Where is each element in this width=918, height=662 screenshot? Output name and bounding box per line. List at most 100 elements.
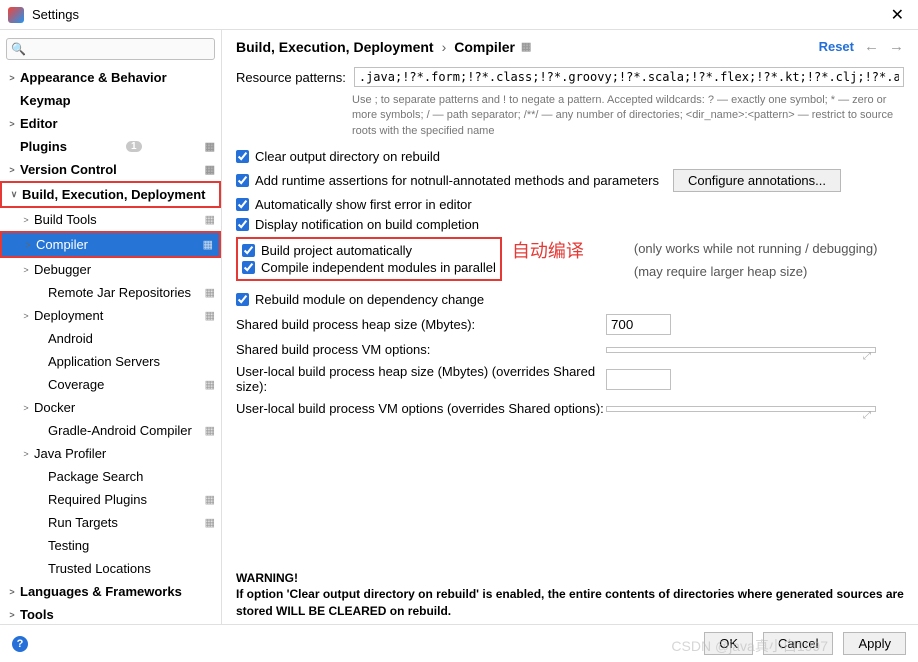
clear-output-checkbox[interactable] [236, 150, 249, 163]
sidebar-item-remote-jar-repositories[interactable]: Remote Jar Repositories ▦ [0, 281, 221, 304]
chevron-icon: > [6, 587, 18, 597]
user-heap-input[interactable] [606, 369, 671, 390]
forward-arrow-icon[interactable]: → [889, 38, 904, 55]
sidebar-item-java-profiler[interactable]: >Java Profiler [0, 442, 221, 465]
user-heap-label: User-local build process heap size (Mbyt… [236, 364, 606, 394]
sidebar-item-label: Keymap [20, 93, 71, 108]
sidebar-item-compiler[interactable]: >Compiler▦ [0, 231, 221, 258]
user-vm-input[interactable]: ⤢ [606, 406, 876, 412]
chevron-icon: > [20, 311, 32, 321]
chevron-icon: > [6, 165, 18, 175]
sidebar-item-application-servers[interactable]: Application Servers [0, 350, 221, 373]
sidebar-item-build-tools[interactable]: >Build Tools ▦ [0, 208, 221, 231]
sidebar-item-required-plugins[interactable]: Required Plugins ▦ [0, 488, 221, 511]
build-auto-checkbox[interactable] [242, 244, 255, 257]
chevron-icon: > [6, 119, 18, 129]
content-panel: Build, Execution, Deployment › Compiler … [222, 30, 918, 624]
gear-icon: ▦ [205, 516, 215, 529]
sidebar-item-label: Version Control [20, 162, 117, 177]
sidebar-item-label: Java Profiler [34, 446, 106, 461]
rebuild-on-change-label: Rebuild module on dependency change [255, 292, 484, 307]
gear-icon: ▦ [205, 493, 215, 506]
chevron-icon: > [6, 73, 18, 83]
chevron-icon: > [20, 403, 32, 413]
window-title: Settings [32, 7, 885, 22]
sidebar-item-label: Debugger [34, 262, 91, 277]
sidebar-item-appearance-behavior[interactable]: >Appearance & Behavior [0, 66, 221, 89]
warning-text: If option 'Clear output directory on reb… [236, 586, 904, 620]
sidebar: 🔍 >Appearance & BehaviorKeymap>EditorPlu… [0, 30, 222, 624]
sidebar-item-label: Languages & Frameworks [20, 584, 182, 599]
highlighted-box: Build project automatically Compile inde… [236, 237, 502, 281]
shared-heap-input[interactable] [606, 314, 671, 335]
search-input[interactable] [6, 38, 215, 60]
sidebar-item-label: Build, Execution, Deployment [22, 187, 205, 202]
gear-icon: ▦ [205, 213, 215, 226]
resource-patterns-label: Resource patterns: [236, 70, 346, 85]
sidebar-item-docker[interactable]: >Docker [0, 396, 221, 419]
sidebar-item-android[interactable]: Android [0, 327, 221, 350]
gear-icon: ▦ [205, 286, 215, 299]
close-button[interactable]: ✕ [885, 5, 910, 25]
gear-icon: ▦ [521, 40, 531, 53]
warning-title: WARNING! [236, 570, 904, 587]
configure-annotations-button[interactable]: Configure annotations... [673, 169, 841, 192]
build-auto-label: Build project automatically [261, 243, 412, 258]
sidebar-item-run-targets[interactable]: Run Targets▦ [0, 511, 221, 534]
sidebar-item-label: Remote Jar Repositories [48, 285, 191, 300]
shared-vm-input[interactable]: ⤢ [606, 347, 876, 353]
badge: 1 [126, 141, 142, 152]
sidebar-item-label: Appearance & Behavior [20, 70, 167, 85]
expand-icon[interactable]: ⤢ [863, 410, 871, 421]
sidebar-item-label: Required Plugins [48, 492, 147, 507]
gear-icon: ▦ [205, 140, 215, 153]
sidebar-item-gradle-android-compiler[interactable]: Gradle-Android Compiler▦ [0, 419, 221, 442]
display-notification-label: Display notification on build completion [255, 217, 479, 232]
footer: ? OK Cancel Apply CSDN @java真小白1997 [0, 624, 918, 662]
shared-heap-label: Shared build process heap size (Mbytes): [236, 317, 606, 332]
sidebar-item-version-control[interactable]: >Version Control ▦ [0, 158, 221, 181]
sidebar-item-languages-frameworks[interactable]: >Languages & Frameworks [0, 580, 221, 603]
help-icon[interactable]: ? [12, 636, 28, 652]
gear-icon: ▦ [205, 163, 215, 176]
sidebar-item-testing[interactable]: Testing [0, 534, 221, 557]
sidebar-item-build-execution-deployment[interactable]: ∨Build, Execution, Deployment [0, 181, 221, 208]
sidebar-item-label: Build Tools [34, 212, 97, 227]
sidebar-item-label: Plugins [20, 139, 67, 154]
sidebar-item-deployment[interactable]: >Deployment▦ [0, 304, 221, 327]
sidebar-item-coverage[interactable]: Coverage▦ [0, 373, 221, 396]
expand-icon[interactable]: ⤢ [863, 351, 871, 362]
sidebar-item-label: Testing [48, 538, 89, 553]
apply-button[interactable]: Apply [843, 632, 906, 655]
parallel-note: (may require larger heap size) [634, 264, 878, 279]
show-first-error-checkbox[interactable] [236, 198, 249, 211]
back-arrow-icon[interactable]: ← [864, 38, 879, 55]
reset-link[interactable]: Reset [819, 39, 854, 54]
build-auto-note: (only works while not running / debuggin… [634, 241, 878, 256]
watermark: CSDN @java真小白1997 [671, 636, 828, 656]
compile-parallel-checkbox[interactable] [242, 261, 255, 274]
resource-help-text: Use ; to separate patterns and ! to nega… [352, 93, 904, 139]
sidebar-item-tools[interactable]: >Tools [0, 603, 221, 624]
resource-patterns-input[interactable] [354, 67, 904, 87]
sidebar-item-label: Trusted Locations [48, 561, 151, 576]
app-icon [8, 7, 24, 23]
rebuild-on-change-checkbox[interactable] [236, 293, 249, 306]
sidebar-item-plugins[interactable]: Plugins 1 ▦ [0, 135, 221, 158]
sidebar-item-label: Editor [20, 116, 58, 131]
chevron-icon: > [20, 265, 32, 275]
titlebar: Settings ✕ [0, 0, 918, 30]
sidebar-item-label: Coverage [48, 377, 104, 392]
sidebar-item-trusted-locations[interactable]: Trusted Locations [0, 557, 221, 580]
sidebar-item-label: Compiler [36, 237, 88, 252]
breadcrumb-parent[interactable]: Build, Execution, Deployment [236, 39, 434, 55]
chevron-icon: > [20, 215, 32, 225]
display-notification-checkbox[interactable] [236, 218, 249, 231]
sidebar-item-package-search[interactable]: Package Search [0, 465, 221, 488]
sidebar-item-editor[interactable]: >Editor [0, 112, 221, 135]
runtime-assertions-checkbox[interactable] [236, 174, 249, 187]
annotation-text: 自动编译 [512, 237, 584, 263]
sidebar-item-debugger[interactable]: >Debugger [0, 258, 221, 281]
warning-block: WARNING! If option 'Clear output directo… [236, 570, 904, 620]
sidebar-item-keymap[interactable]: Keymap [0, 89, 221, 112]
